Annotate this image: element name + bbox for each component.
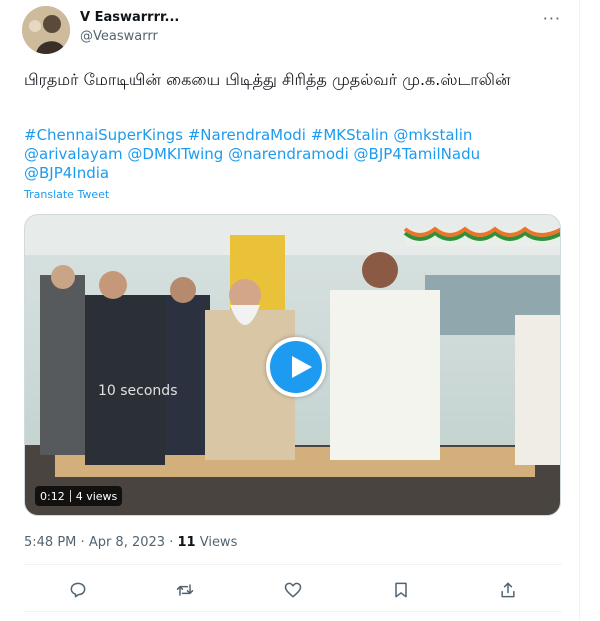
- avatar[interactable]: [22, 6, 70, 54]
- mention-link[interactable]: @mkstalin: [393, 126, 472, 144]
- share-icon[interactable]: [491, 573, 525, 607]
- video-duration: 0:12: [40, 489, 65, 503]
- hashtag-link[interactable]: #NarendraModi: [188, 126, 306, 144]
- play-icon[interactable]: [266, 337, 326, 397]
- retweet-icon[interactable]: [168, 573, 202, 607]
- divider: [24, 611, 562, 612]
- mention-link[interactable]: @arivalayam: [24, 145, 123, 163]
- tweet-card: V Easwarrrr... @Veaswarrr ··· பிரதமர் மோ…: [6, 0, 580, 621]
- tweet-time[interactable]: 5:48 PM: [24, 535, 76, 550]
- bookmark-icon[interactable]: [384, 573, 418, 607]
- mention-link[interactable]: @BJP4India: [24, 164, 109, 182]
- author-name[interactable]: V Easwarrrr...: [80, 10, 179, 25]
- mention-link[interactable]: @narendramodi: [228, 145, 349, 163]
- like-icon[interactable]: [276, 573, 310, 607]
- tweet-tags: #ChennaiSuperKings #NarendraModi #MKStal…: [24, 126, 554, 183]
- action-bar: [24, 571, 562, 609]
- mention-link[interactable]: @BJP4TamilNadu: [354, 145, 481, 163]
- video-overlay-text: 10 seconds: [98, 383, 178, 399]
- tweet-meta: 5:48 PM · Apr 8, 2023 · 11 Views: [24, 535, 237, 550]
- divider: [24, 564, 562, 565]
- mention-link[interactable]: @DMKITwing: [127, 145, 223, 163]
- meta-separator: ·: [80, 535, 85, 550]
- video-views: 4 views: [75, 489, 118, 503]
- views-label: Views: [199, 535, 238, 550]
- tweet-date[interactable]: Apr 8, 2023: [89, 535, 165, 550]
- reply-icon[interactable]: [61, 573, 95, 607]
- author-handle[interactable]: @Veaswarrr: [80, 29, 158, 44]
- tweet-text: பிரதமர் மோடியின் கையை பிடித்து சிரித்த ம…: [24, 70, 511, 89]
- hashtag-link[interactable]: #ChennaiSuperKings: [24, 126, 183, 144]
- hashtag-link[interactable]: #MKStalin: [311, 126, 389, 144]
- video-stats-badge: 0:12 4 views: [35, 486, 123, 506]
- meta-separator: ·: [169, 535, 174, 550]
- badge-divider: [69, 490, 71, 502]
- more-icon[interactable]: ···: [543, 9, 561, 28]
- video-player[interactable]: 10 seconds 0:12 4 views: [24, 214, 561, 516]
- translate-tweet-link[interactable]: Translate Tweet: [24, 188, 109, 201]
- view-count: 11: [177, 535, 196, 550]
